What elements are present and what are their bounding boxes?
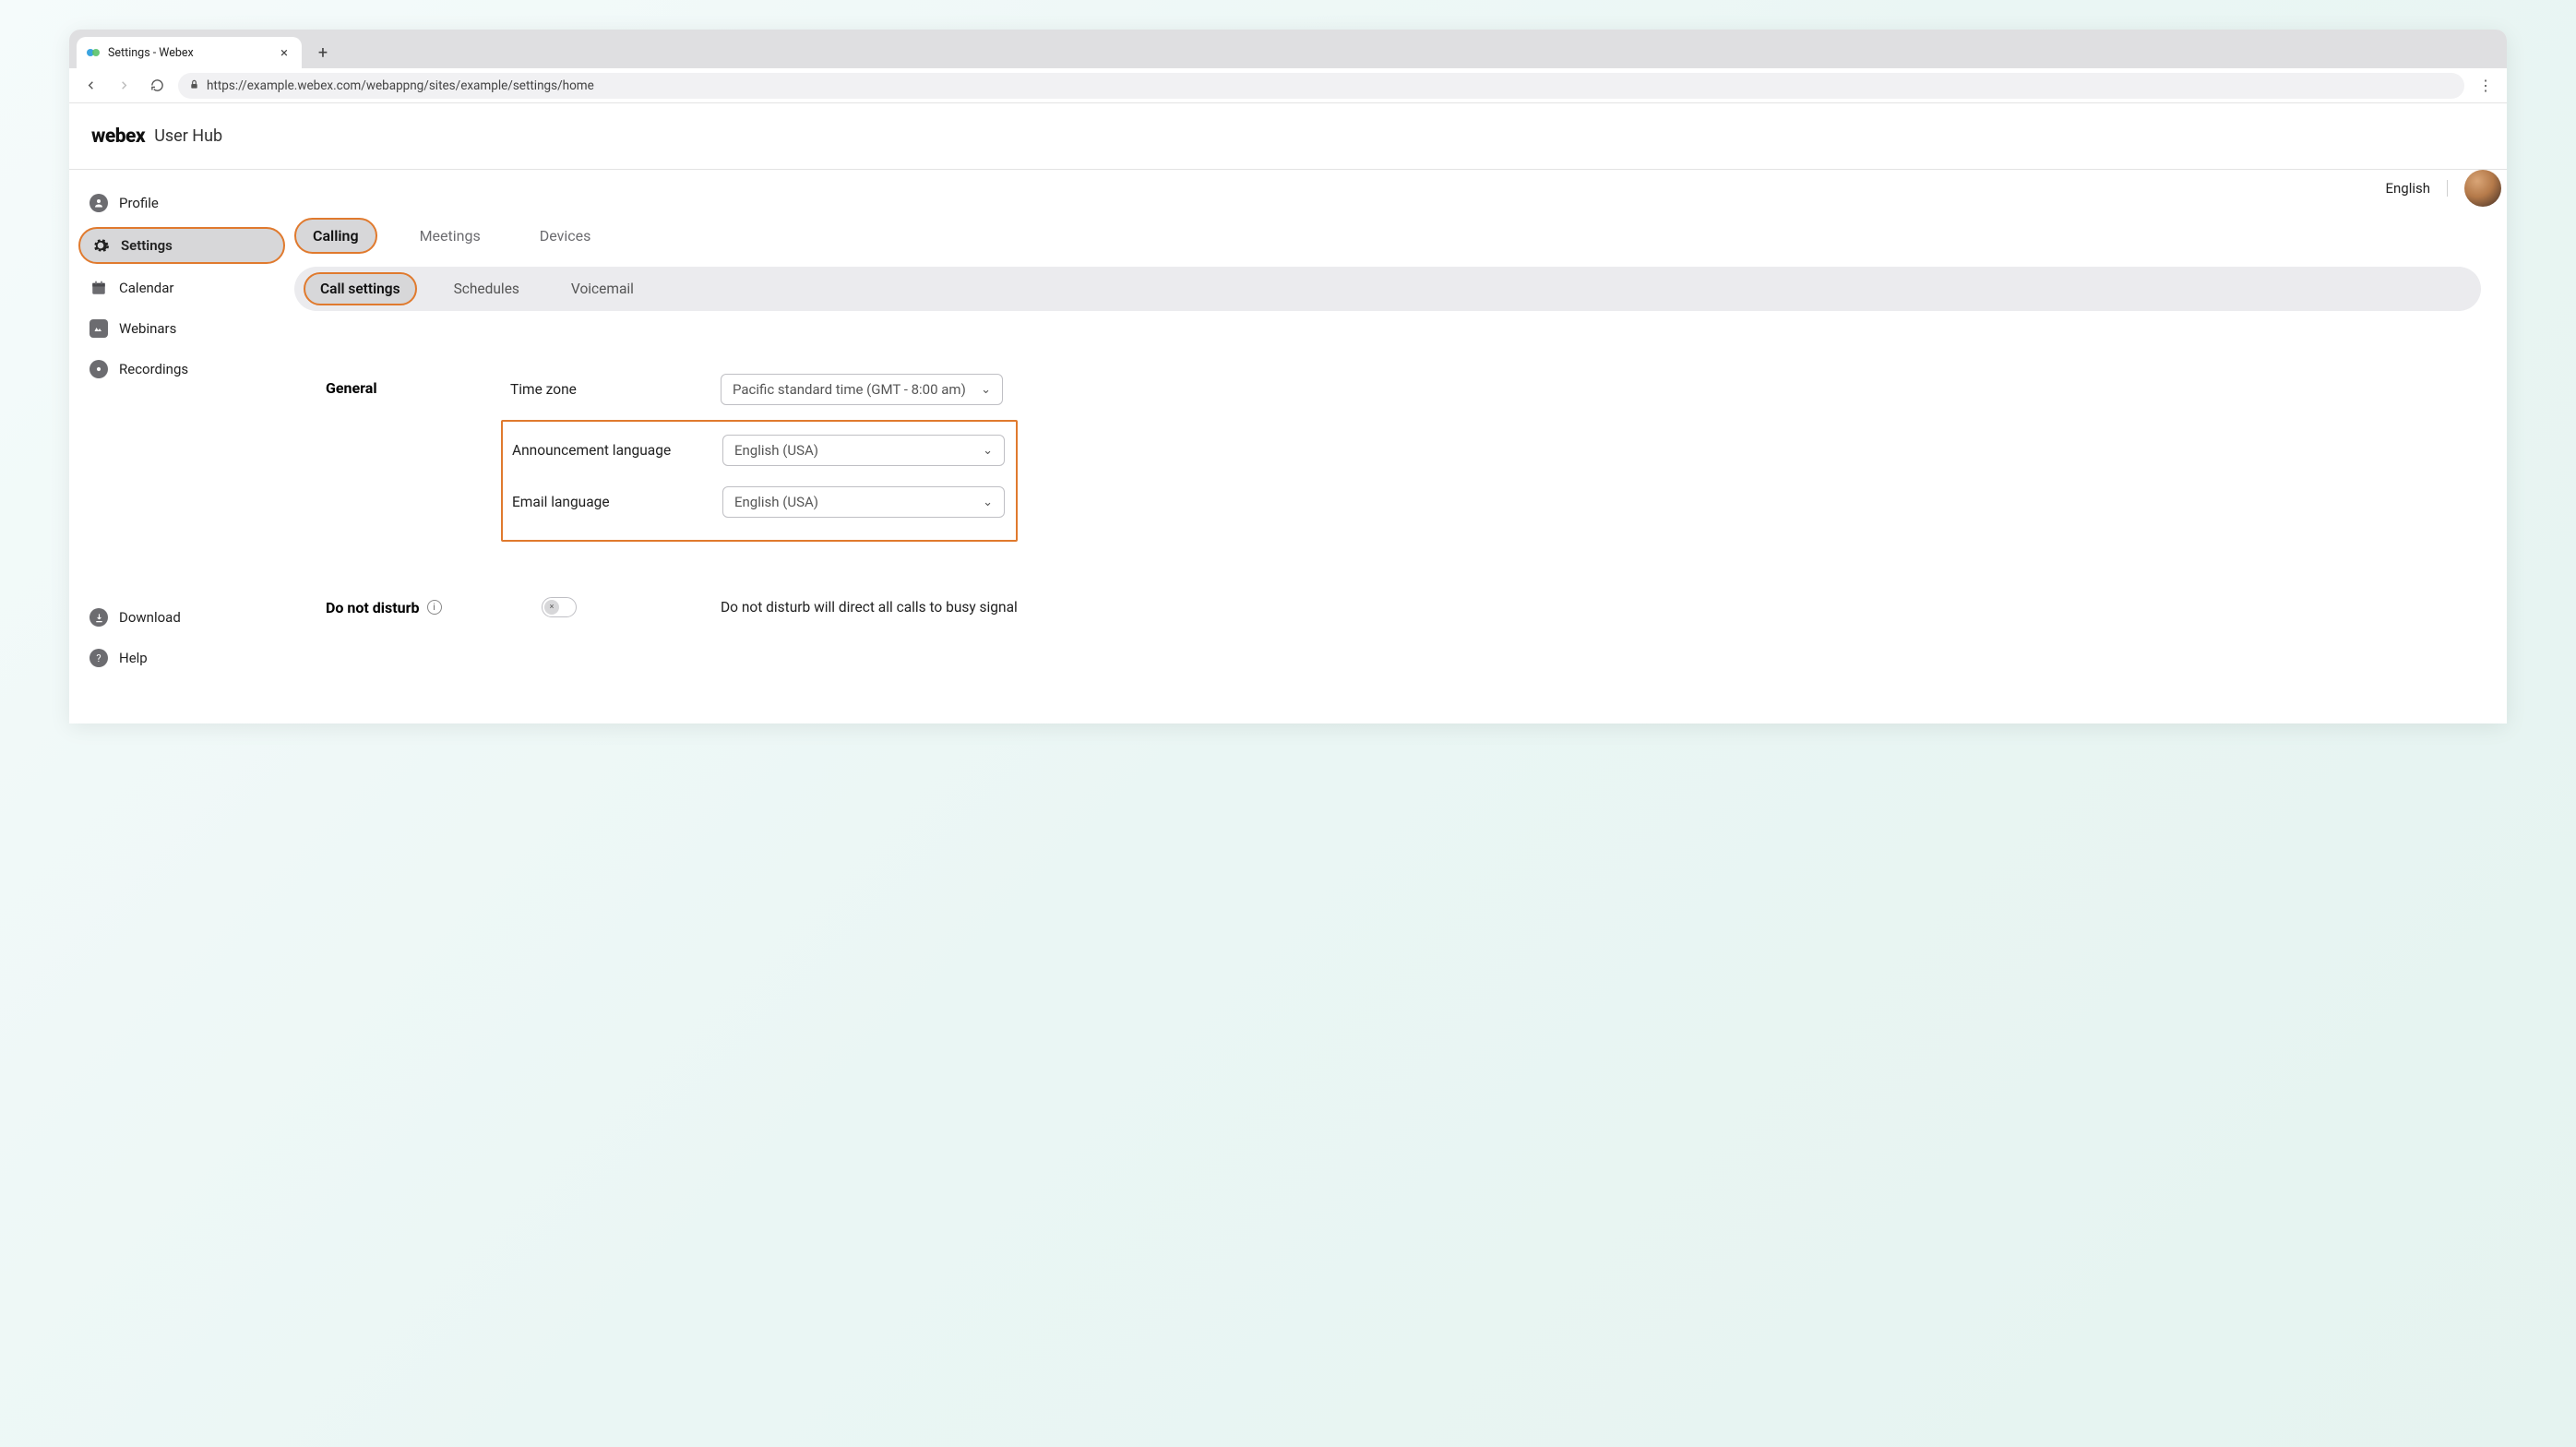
tab-devices[interactable]: Devices xyxy=(523,220,608,252)
header-right: English xyxy=(2385,170,2507,207)
main-tabs: Calling Meetings Devices xyxy=(294,181,2481,267)
url-text: https://example.webex.com/webappng/sites… xyxy=(207,78,594,93)
chevron-down-icon: ⌄ xyxy=(983,444,993,458)
language-highlight: Announcement language English (USA) ⌄ Em… xyxy=(501,420,1018,542)
chevron-down-icon: ⌄ xyxy=(983,496,993,509)
sidebar-item-recordings[interactable]: Recordings xyxy=(78,353,285,386)
timezone-label: Time zone xyxy=(510,381,721,398)
sidebar: Profile Settings Calendar Webinars xyxy=(69,170,294,699)
announcement-row: Announcement language English (USA) ⌄ xyxy=(512,435,1007,466)
sidebar-item-help[interactable]: ? Help xyxy=(78,641,285,675)
webinar-icon xyxy=(89,319,108,338)
sidebar-item-label: Webinars xyxy=(119,320,176,337)
general-heading: General xyxy=(326,374,510,397)
forward-button[interactable] xyxy=(112,74,136,98)
gear-icon xyxy=(91,236,110,255)
browser-tab-title: Settings - Webex xyxy=(108,46,268,60)
sub-tabs: Call settings Schedules Voicemail xyxy=(294,267,2481,311)
reload-button[interactable] xyxy=(145,74,169,98)
sidebar-item-label: Profile xyxy=(119,195,159,211)
sidebar-item-calendar[interactable]: Calendar xyxy=(78,271,285,305)
subtab-voicemail[interactable]: Voicemail xyxy=(556,274,649,304)
dnd-toggle[interactable]: × xyxy=(542,597,577,617)
info-icon[interactable]: i xyxy=(427,600,442,615)
new-tab-button[interactable]: + xyxy=(309,39,337,66)
tab-meetings[interactable]: Meetings xyxy=(403,220,497,252)
timezone-row: Time zone Pacific standard time (GMT - 8… xyxy=(510,374,2450,405)
sidebar-item-settings[interactable]: Settings xyxy=(78,227,285,264)
sidebar-item-label: Help xyxy=(119,650,148,666)
email-lang-select[interactable]: English (USA) ⌄ xyxy=(722,486,1005,518)
settings-panel: General Time zone Pacific standard time … xyxy=(294,342,2481,673)
sidebar-item-label: Download xyxy=(119,609,181,626)
timezone-select[interactable]: Pacific standard time (GMT - 8:00 am) ⌄ xyxy=(721,374,1003,405)
toggle-knob: × xyxy=(544,600,559,615)
sidebar-item-profile[interactable]: Profile xyxy=(78,186,285,220)
calendar-icon xyxy=(89,279,108,297)
back-button[interactable] xyxy=(78,74,102,98)
browser-menu-button[interactable]: ⋮ xyxy=(2474,77,2498,94)
sidebar-item-webinars[interactable]: Webinars xyxy=(78,312,285,345)
main-content: English Calling Meetings Devices Call se… xyxy=(294,170,2507,699)
webex-favicon xyxy=(86,45,101,60)
browser-tab[interactable]: Settings - Webex × xyxy=(77,37,302,68)
tab-calling[interactable]: Calling xyxy=(294,218,377,254)
address-bar[interactable]: https://example.webex.com/webappng/sites… xyxy=(178,73,2464,99)
email-lang-label: Email language xyxy=(512,494,722,510)
lock-icon xyxy=(189,79,199,92)
language-selector[interactable]: English xyxy=(2385,180,2448,197)
download-icon xyxy=(89,608,108,627)
avatar[interactable] xyxy=(2464,170,2501,207)
subtab-schedules[interactable]: Schedules xyxy=(439,274,534,304)
announcement-value: English (USA) xyxy=(734,442,818,459)
sidebar-item-label: Settings xyxy=(121,237,173,254)
browser-toolbar: https://example.webex.com/webappng/sites… xyxy=(69,68,2507,103)
announcement-select[interactable]: English (USA) ⌄ xyxy=(722,435,1005,466)
dnd-heading: Do not disturb xyxy=(326,599,420,616)
record-icon xyxy=(89,360,108,378)
product-name: User Hub xyxy=(154,126,222,146)
chevron-down-icon: ⌄ xyxy=(981,383,991,397)
sidebar-item-label: Recordings xyxy=(119,361,188,377)
brand-logo: webex xyxy=(91,126,145,148)
sidebar-item-label: Calendar xyxy=(119,280,174,296)
app-body: Profile Settings Calendar Webinars xyxy=(69,170,2507,699)
browser-window: Settings - Webex × + https://example.web… xyxy=(69,30,2507,724)
email-lang-value: English (USA) xyxy=(734,494,818,510)
user-icon xyxy=(89,194,108,212)
announcement-label: Announcement language xyxy=(512,442,722,459)
help-icon: ? xyxy=(89,649,108,667)
dnd-description: Do not disturb will direct all calls to … xyxy=(721,599,1018,616)
dnd-section: Do not disturb i × Do not disturb will d… xyxy=(326,597,2450,617)
general-section: General Time zone Pacific standard time … xyxy=(326,374,2450,542)
subtab-call-settings[interactable]: Call settings xyxy=(304,272,417,305)
app-header: webex User Hub xyxy=(69,103,2507,170)
close-icon[interactable]: × xyxy=(276,44,292,61)
timezone-value: Pacific standard time (GMT - 8:00 am) xyxy=(733,381,966,398)
email-lang-row: Email language English (USA) ⌄ xyxy=(512,486,1007,518)
browser-tab-bar: Settings - Webex × + xyxy=(69,30,2507,68)
sidebar-item-download[interactable]: Download xyxy=(78,601,285,634)
